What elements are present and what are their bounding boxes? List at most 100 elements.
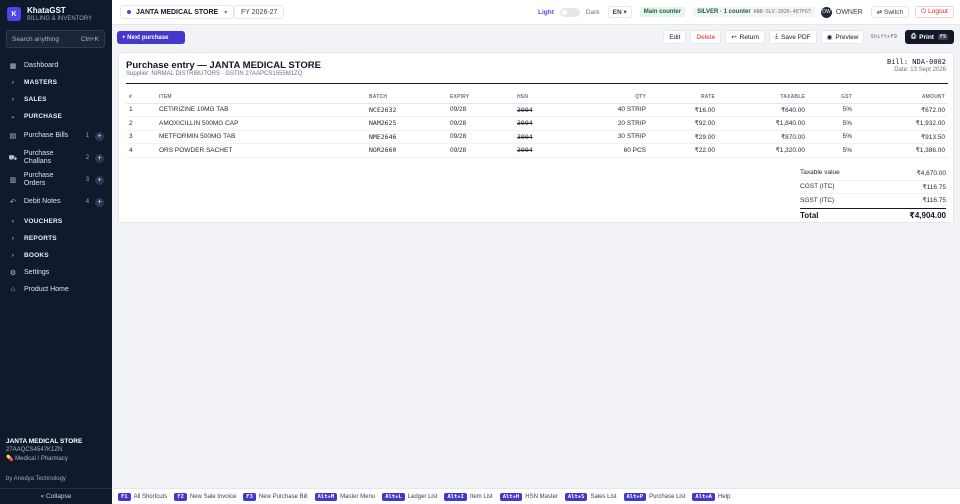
add-debit-note-button[interactable]: + — [95, 197, 104, 207]
table-row[interactable]: 3 METFORMIN 500MG TAB NME2646 09/28 3004… — [126, 130, 948, 144]
shortcut-item[interactable]: Alt+A Help — [692, 492, 730, 501]
avatar[interactable]: OW — [820, 6, 832, 18]
search-placeholder: Search anything — [12, 35, 59, 43]
return-button[interactable]: ↩ Return — [725, 30, 766, 44]
status-dot-icon — [127, 10, 131, 14]
search-input[interactable]: Search anything Ctrl+K — [6, 30, 105, 48]
table-row[interactable]: 1 CETIRIZINE 10MG TAB NCE2632 09/28 3004… — [126, 103, 948, 117]
cell-item: METFORMIN 500MG TAB — [156, 130, 366, 144]
preview-button[interactable]: ◉ Preview — [820, 30, 865, 44]
sidebar-section-label: VOUCHERS — [24, 218, 63, 225]
count-badge: 3 — [85, 177, 90, 183]
count-badge: 1 — [85, 133, 90, 139]
add-purchase-bill-button[interactable]: + — [95, 131, 104, 141]
column-header: GST — [808, 91, 855, 104]
totals-summary: Taxable value ₹4,670.00 CGST (ITC) ₹116.… — [800, 166, 946, 223]
collapse-sidebar-button[interactable]: « Collapse — [0, 488, 112, 504]
store-selector[interactable]: JANTA MEDICAL STORE ▾ — [120, 5, 235, 19]
sidebar-section-vouchers[interactable]: › VOUCHERS — [0, 213, 112, 230]
cell-item: CETIRIZINE 10MG TAB — [156, 103, 366, 117]
count-badge: 2 — [85, 155, 90, 161]
sidebar-item-purchase-bills[interactable]: ▤ Purchase Bills 1 + — [0, 125, 112, 147]
plan-code: ANB-SLV-2026-4E7F67 — [753, 9, 811, 15]
column-header: TAXABLE — [718, 91, 808, 104]
sidebar-item-label: Product Home — [24, 286, 69, 293]
logout-label: Logout — [928, 8, 948, 15]
language-selector[interactable]: EN ▾ — [607, 6, 632, 18]
shortcut-item[interactable]: F1 All Shortcuts — [118, 492, 167, 501]
sidebar-item-label: Purchase Bills — [23, 132, 69, 139]
cell-qty: 60 PCS — [584, 143, 649, 158]
shortcut-item[interactable]: Alt+L Ledger List — [382, 492, 437, 501]
sidebar-section-label: PURCHASE — [24, 113, 63, 120]
shortcut-label: Master Menu — [340, 493, 376, 500]
store-info: JANTA MEDICAL STORE 27AAQCS4547K1ZN 💊 Me… — [6, 438, 106, 462]
cell-taxable: ₹870.00 — [718, 130, 808, 144]
table-row[interactable]: 4 ORS POWDER SACHET NOR2660 09/28 3004 6… — [126, 143, 948, 158]
sidebar-item-settings[interactable]: ⚙ Settings — [0, 264, 112, 281]
theme-dark-label[interactable]: Dark — [586, 9, 600, 16]
column-header: QTY — [584, 91, 649, 104]
shortcut-item[interactable]: Alt+S Sales List — [564, 492, 617, 501]
print-button[interactable]: ⎙ Print F9 — [904, 30, 954, 44]
shortcut-bar: F1 All Shortcuts F2 New Sale Invoice F3 New… — [112, 488, 960, 504]
add-purchase-order-button[interactable]: + — [95, 175, 104, 185]
shortcut-item[interactable]: F3 New Purchase Bill — [243, 492, 308, 501]
cell-amount: ₹913.50 — [855, 130, 948, 144]
cell-expiry: 09/28 — [447, 143, 514, 158]
document-actions: Edit Delete ↩ Return ⤓ Save PDF ◉ Preview S… — [659, 30, 954, 44]
shortcut-label: Purchase List — [649, 493, 686, 500]
plan-badge: SILVER · 1 counter ANB-SLV-2026-4E7F67 — [693, 7, 815, 17]
purchase-document: Purchase entry — JANTA MEDICAL STORE Sup… — [118, 52, 954, 223]
shortcut-item[interactable]: F2 New Sale Invoice — [174, 492, 236, 501]
cell-hsn: 3004 — [514, 130, 584, 144]
fiscal-year-selector[interactable]: FY 2026-27 — [234, 5, 285, 19]
counter-badge[interactable]: Main counter — [639, 7, 686, 17]
cell-rate: ₹29.00 — [649, 130, 718, 144]
table-row[interactable]: 2 AMOXICILLIN 500MG CAP NAM2625 09/28 30… — [126, 116, 948, 131]
sidebar-item-dashboard[interactable]: ▦ Dashboard — [0, 57, 112, 74]
shortcut-item[interactable]: Alt+I Item List — [444, 492, 493, 501]
cell-batch: NME2646 — [366, 130, 447, 144]
pill-icon: 💊 — [6, 456, 14, 462]
edit-button[interactable]: Edit — [663, 30, 687, 44]
sidebar-section-books[interactable]: › BOOKS — [0, 247, 112, 264]
sidebar-item-purchase-challans[interactable]: ⛟ Purchase Challans 2 + — [0, 147, 112, 169]
shortcut-key: Alt+M — [314, 492, 338, 501]
logout-button[interactable]: ⏻ Logout — [915, 6, 954, 18]
shortcut-item[interactable]: Alt+P Purchase List — [623, 492, 686, 501]
grand-total-label: Total — [800, 211, 819, 220]
bill-date: Date: 13 Sept 2026 — [894, 67, 946, 73]
grid-icon: ▦ — [9, 62, 17, 70]
sidebar-section-purchase[interactable]: ⌄ PURCHASE — [0, 108, 112, 125]
column-header: AMOUNT — [855, 91, 948, 104]
theme-light-label[interactable]: Light — [538, 9, 554, 16]
sidebar-item-purchase-orders[interactable]: ▥ Purchase Orders 3 + — [0, 169, 112, 191]
sidebar-item-product-home[interactable]: ⌂ Product Home — [0, 281, 112, 298]
delete-button[interactable]: Delete — [690, 30, 722, 44]
shortcut-item[interactable]: Alt+H HSN Master — [499, 492, 558, 501]
sidebar-item-label: Purchase Challans — [23, 150, 54, 165]
theme-toggle[interactable] — [559, 7, 580, 17]
count-badge: 4 — [85, 199, 90, 205]
sidebar-section-masters[interactable]: › MASTERS — [0, 74, 112, 91]
totals-value: ₹116.75 — [922, 197, 946, 205]
add-purchase-challan-button[interactable]: + — [95, 153, 104, 163]
switch-button[interactable]: ⇄ Switch — [870, 6, 910, 18]
save-pdf-button[interactable]: ⤓ Save PDF — [769, 30, 817, 44]
sidebar-section-sales[interactable]: › SALES — [0, 91, 112, 108]
sidebar-item-debit-notes[interactable]: ↶ Debit Notes 4 + — [0, 191, 112, 213]
cell-expiry: 09/28 — [447, 116, 514, 131]
store-name: JANTA MEDICAL STORE — [6, 438, 83, 445]
cell-hsn: 3004 — [514, 143, 584, 158]
cell-batch: NAM2625 — [366, 116, 447, 131]
shortcut-key: F3 — [243, 492, 256, 501]
cell-num: 4 — [126, 143, 156, 158]
sidebar-section-reports[interactable]: › REPORTS — [0, 230, 112, 247]
brand[interactable]: K KhataGST BILLING & INVENTORY — [7, 6, 92, 22]
home-icon: ⌂ — [10, 286, 16, 293]
shortcut-item[interactable]: Alt+M Master Menu — [314, 492, 376, 501]
shortcut-label: HSN Master — [525, 493, 558, 500]
next-purchase-button[interactable]: + Next purchase — [117, 31, 185, 44]
undo-icon: ↶ — [10, 199, 16, 206]
